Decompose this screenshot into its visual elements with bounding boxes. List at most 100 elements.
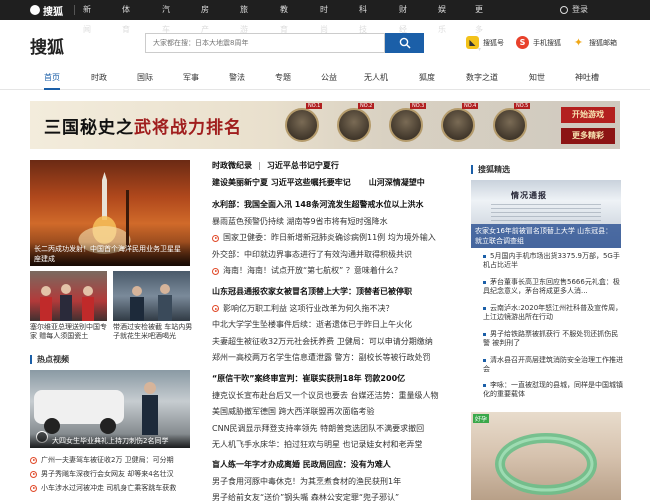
mobile-sohu-icon: S: [516, 36, 529, 49]
sohu-picks-title: 搜狐精选: [471, 165, 510, 174]
search-input[interactable]: [146, 34, 384, 52]
news-item[interactable]: 无人机飞手水床华：拍过狂欢与明星 也记录娃女村和老弄堂: [212, 439, 423, 451]
news-item-text: 男子给前女友“送价”钢头嘴 森林公安定罪“兜子邪认”: [212, 493, 400, 502]
tab-charity[interactable]: 公益: [321, 68, 337, 88]
thumb-image-1[interactable]: [30, 271, 107, 321]
news-item[interactable]: 郑州一高校两万名学生信息遭泄露 警方：副校长等被行政处罚: [212, 352, 431, 364]
bullet-icon: [483, 358, 486, 362]
list-item[interactable]: 男子给铁路票被抓获行 不服处罚还抓伤民警 被判刑了: [483, 330, 623, 348]
news-item[interactable]: 暴雨蓝色预警仍持续 湖南等9省市将有短时强降水: [212, 216, 388, 228]
headline-link[interactable]: 建设美丽新宁夏 习近平这些嘱托要牢记: [212, 177, 351, 189]
rank-badge: NO.5: [514, 103, 531, 109]
list-item[interactable]: 云南泸水:2020年怒江州社科普及宣传周，上江边镜游出所在行动: [483, 304, 623, 322]
news-item[interactable]: 水利部：我国全面入汛 148条河流发生超警戒水位以上洪水: [212, 199, 423, 211]
news-item[interactable]: 中北大学学生坠楼事件后续：逝者遗体已于昨日上午火化: [212, 319, 412, 331]
list-item[interactable]: 小车涉水过河被冲走 司机身亡乘客跳车获救: [30, 482, 176, 494]
thumb-caption-1[interactable]: 塞尔维亚总理送别中国专家 赠每人须国瓷土: [30, 323, 110, 341]
sohu-hao-link[interactable]: ◣ 搜狐号: [466, 36, 504, 49]
news-item[interactable]: 山东冠县通报农家女被冒名顶替上大学：顶替者已被停职: [212, 286, 412, 298]
news-item[interactable]: 盲人练一年字才办成离婚 民政局回应：没有为难人: [212, 459, 391, 471]
news-item[interactable]: 捷克议长宣布赴台后又一个议员也要去 台媒还洁势：重量级人物: [212, 390, 439, 402]
feature-image[interactable]: 长二丙成功发射！中国首个海洋民用业务卫星星座建成: [30, 160, 190, 266]
news-item[interactable]: 国家卫健委：昨日新增新冠肺炎确诊病例11例 均为境外输入: [212, 232, 436, 244]
jade-bracelet-photo: [495, 433, 597, 495]
tab-politics[interactable]: 时政: [91, 68, 107, 88]
tab-zhishi[interactable]: 知世: [529, 68, 545, 88]
news-item[interactable]: CNN民调显示拜登支持率领先 特朗普竞选团队不满要求撤回: [212, 423, 424, 435]
bullet-icon: [483, 306, 486, 310]
thumb-caption-2[interactable]: 带酒过安检被截 车站内男子就花生米吧酒喝光: [113, 323, 193, 341]
news-item[interactable]: “原信干吹”案终审宣判：崔联实获刑18年 罚款200亿: [212, 373, 405, 385]
news-item-text: 水利部：我国全面入汛 148条河流发生超警戒水位以上洪水: [212, 200, 424, 209]
list-item[interactable]: 李咏：一直被怼现的县城，同样是中国城镇化的重要载体: [483, 381, 623, 399]
news-item[interactable]: 美国威胁撤军德国 跨大西洋联盟再次面临考验: [212, 406, 375, 418]
hot-item-text: 广州一夫妻驾车被征收2万 卫健局：可分期: [41, 456, 174, 464]
hot-video-thumbnail[interactable]: 大四女生毕业典礼上持刀刺伤2名同学: [30, 370, 190, 448]
start-game-button[interactable]: 开始游戏: [561, 107, 615, 123]
hot-video-caption: 大四女生毕业典礼上持刀刺伤2名同学: [30, 434, 190, 448]
tab-military[interactable]: 军事: [183, 68, 199, 88]
headline-link[interactable]: 习近平总书记宁夏行: [267, 160, 339, 172]
sohu-hao-label: 搜狐号: [483, 38, 504, 47]
news-item[interactable]: 男子食用河豚中毒休克！为其烹煮食材的渔民获刑1年: [212, 476, 401, 488]
bullet-icon: [483, 254, 486, 258]
picks-feature-image[interactable]: 情况通报 农家女16年前被冒名顶替上大学 山东冠县：就立联合调查组: [471, 180, 621, 248]
headline-row: 时政微纪录 | 习近平总书记宁夏行: [212, 160, 339, 172]
tab-special[interactable]: 专题: [275, 68, 291, 88]
video-play-icon: [212, 305, 219, 312]
game-banner-ad[interactable]: 三国秘史之武将战力排名 NO.1 NO.2 NO.3 NO.4 NO.5 开始游…: [30, 101, 620, 149]
bullet-icon: [483, 383, 486, 387]
tab-digital[interactable]: 数字之道: [466, 68, 498, 88]
news-item-text: 国家卫健委：昨日新增新冠肺炎确诊病例11例 均为境外输入: [223, 233, 436, 242]
news-item[interactable]: 男子给前女友“送价”钢头嘴 森林公安定罪“兜子邪认”: [212, 492, 399, 504]
sohu-news-logo[interactable]: 搜狐 新闻: [30, 33, 277, 58]
play-icon: [30, 470, 37, 478]
bullet-icon: [483, 280, 486, 284]
rank-badge: NO.4: [462, 103, 479, 109]
news-item-text: “原信干吹”案终审宣判：崔联实获刑18年 罚款200亿: [212, 374, 406, 383]
top-bar: 搜狐 新闻 体育 汽车 房产 旅游 教育 时尚 科技 财经 娱乐 更多 ▾ 登录: [0, 0, 650, 53]
search-button[interactable]: [385, 33, 424, 53]
news-item[interactable]: 影响亿万职工利益 这项行业改革为何久拖不决？: [212, 303, 394, 315]
headline-link[interactable]: 山河深情凝望中: [369, 177, 425, 189]
news-item[interactable]: 外交部：中印就边界事态进行了有效沟通并取得积极共识: [212, 249, 412, 261]
list-item-text: 李咏：一直被怼现的县城，同样是中国城镇化的重要载体: [483, 381, 623, 398]
list-item[interactable]: 男子秀飚车深夜行会女网友 却等来4名壮汉: [30, 468, 174, 480]
news-item[interactable]: 海南！海南！试点开放“第七航权” ？意味着什么？: [212, 265, 402, 277]
picks-feature-caption: 农家女16年前被冒名顶替上大学 山东冠县：就立联合调查组: [471, 224, 621, 248]
play-icon: [30, 456, 37, 464]
sohu-mail-link[interactable]: ✦ 搜狐邮箱: [572, 36, 617, 49]
tab-international[interactable]: 国际: [137, 68, 153, 88]
thumb-image-2[interactable]: [113, 271, 190, 321]
mobile-sohu-link[interactable]: S 手机搜狐: [516, 36, 561, 49]
list-item-text: 云南泸水:2020年怒江州社科普及宣传周，上江边镜游出所在行动: [483, 304, 623, 321]
tab-home[interactable]: 首页: [44, 68, 60, 90]
search-box: [145, 33, 385, 53]
tab-drone[interactable]: 无人机: [364, 68, 388, 88]
more-button[interactable]: 更多精彩: [561, 128, 615, 144]
video-play-icon: [212, 267, 219, 275]
station-photo: [130, 284, 172, 321]
list-item[interactable]: 茅台董事长高卫东回应售5666元礼盒：极具纪念意义，茅台将成更多人消...: [483, 278, 623, 296]
ad-image[interactable]: 好孕: [471, 412, 621, 500]
login-link[interactable]: 登录: [560, 0, 588, 20]
sohu-logo[interactable]: 搜狐: [30, 3, 63, 18]
brand-sohu: 搜狐: [30, 38, 64, 58]
list-item[interactable]: 清水县召开高层建筑消防安全治理工作推进会: [483, 356, 623, 374]
banner-title-b: 武将战力排名: [134, 118, 242, 138]
hero-portrait: [389, 108, 423, 142]
tab-hudu[interactable]: 狐度: [419, 68, 435, 88]
notice-tag: 情况通报: [511, 191, 547, 200]
notice-lines: [491, 204, 601, 224]
tab-police[interactable]: 警法: [229, 68, 245, 88]
list-item[interactable]: 5月国内手机市场出货3375.9万部，5G手机占比近半: [483, 252, 623, 270]
headline-link[interactable]: 时政微纪录: [212, 160, 252, 172]
list-item[interactable]: 广州一夫妻驾车被征收2万 卫健局：可分期: [30, 454, 174, 466]
news-item[interactable]: 夫妻超生被征收32万元社会抚养费 卫健局：可以申请分期缴纳: [212, 336, 433, 348]
tab-roast[interactable]: 神吐槽: [575, 68, 599, 88]
list-item-text: 5月国内手机市场出货3375.9万部，5G手机占比近半: [483, 252, 620, 269]
news-item-text: 外交部：中印就边界事态进行了有效沟通并取得积极共识: [212, 249, 412, 259]
news-item-text: 夫妻超生被征收32万元社会抚养费 卫健局：可以申请分期缴纳: [212, 336, 433, 346]
banner-title-a: 三国秘史之: [44, 118, 134, 138]
header: 搜狐 新闻 ◣ 搜狐号 S 手机搜狐 ✦ 搜狐邮箱: [0, 20, 650, 65]
